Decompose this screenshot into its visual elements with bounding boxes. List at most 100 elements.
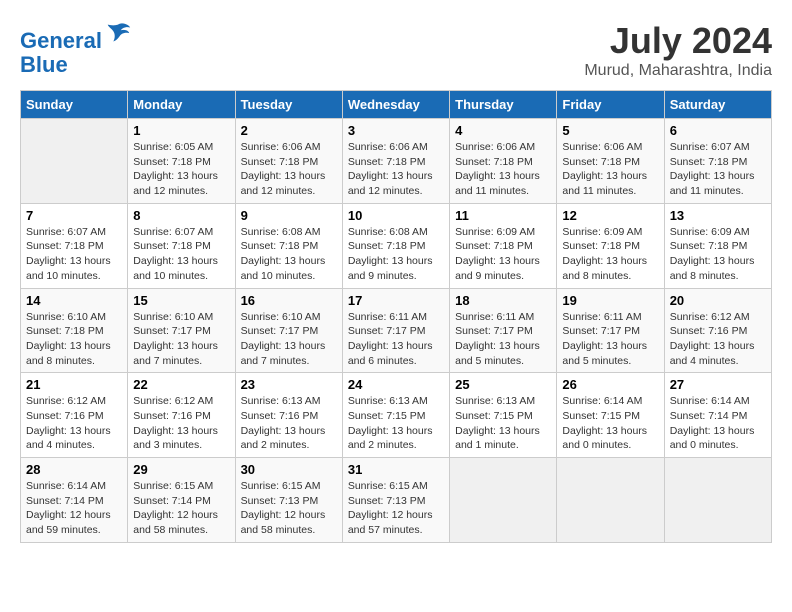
day-info: Sunrise: 6:10 AM Sunset: 7:17 PM Dayligh…: [241, 310, 337, 369]
day-info: Sunrise: 6:14 AM Sunset: 7:15 PM Dayligh…: [562, 394, 658, 453]
day-info: Sunrise: 6:15 AM Sunset: 7:14 PM Dayligh…: [133, 479, 229, 538]
day-number: 24: [348, 377, 444, 392]
column-header-wednesday: Wednesday: [342, 91, 449, 119]
calendar-cell: 17 Sunrise: 6:11 AM Sunset: 7:17 PM Dayli…: [342, 288, 449, 373]
day-number: 30: [241, 462, 337, 477]
logo-text: General Blue: [20, 20, 132, 77]
day-number: 16: [241, 293, 337, 308]
day-info: Sunrise: 6:15 AM Sunset: 7:13 PM Dayligh…: [348, 479, 444, 538]
calendar-cell: 9 Sunrise: 6:08 AM Sunset: 7:18 PM Daylig…: [235, 203, 342, 288]
day-number: 9: [241, 208, 337, 223]
day-number: 25: [455, 377, 551, 392]
calendar-cell: 26 Sunrise: 6:14 AM Sunset: 7:15 PM Dayli…: [557, 373, 664, 458]
day-info: Sunrise: 6:11 AM Sunset: 7:17 PM Dayligh…: [348, 310, 444, 369]
calendar-cell: 4 Sunrise: 6:06 AM Sunset: 7:18 PM Daylig…: [450, 119, 557, 204]
day-number: 4: [455, 123, 551, 138]
calendar-cell: 10Sunrise: 6:08 AM Sunset: 7:18 PM Dayli…: [342, 203, 449, 288]
day-number: 29: [133, 462, 229, 477]
calendar-cell: 12Sunrise: 6:09 AM Sunset: 7:18 PM Dayli…: [557, 203, 664, 288]
calendar-cell: [557, 458, 664, 543]
day-number: 3: [348, 123, 444, 138]
day-number: 13: [670, 208, 766, 223]
column-header-sunday: Sunday: [21, 91, 128, 119]
calendar-header-row: SundayMondayTuesdayWednesdayThursdayFrid…: [21, 91, 772, 119]
calendar-table: SundayMondayTuesdayWednesdayThursdayFrid…: [20, 90, 772, 543]
day-info: Sunrise: 6:09 AM Sunset: 7:18 PM Dayligh…: [670, 225, 766, 284]
day-info: Sunrise: 6:09 AM Sunset: 7:18 PM Dayligh…: [562, 225, 658, 284]
day-number: 6: [670, 123, 766, 138]
calendar-cell: 31Sunrise: 6:15 AM Sunset: 7:13 PM Dayli…: [342, 458, 449, 543]
day-info: Sunrise: 6:13 AM Sunset: 7:16 PM Dayligh…: [241, 394, 337, 453]
calendar-cell: 11 Sunrise: 6:09 AM Sunset: 7:18 PM Dayli…: [450, 203, 557, 288]
day-info: Sunrise: 6:09 AM Sunset: 7:18 PM Dayligh…: [455, 225, 551, 284]
calendar-cell: 25 Sunrise: 6:13 AM Sunset: 7:15 PM Dayli…: [450, 373, 557, 458]
day-info: Sunrise: 6:13 AM Sunset: 7:15 PM Dayligh…: [348, 394, 444, 453]
day-info: Sunrise: 6:10 AM Sunset: 7:18 PM Dayligh…: [26, 310, 122, 369]
calendar-cell: 29 Sunrise: 6:15 AM Sunset: 7:14 PM Dayli…: [128, 458, 235, 543]
column-header-tuesday: Tuesday: [235, 91, 342, 119]
day-info: Sunrise: 6:08 AM Sunset: 7:18 PM Dayligh…: [241, 225, 337, 284]
day-number: 11: [455, 208, 551, 223]
day-info: Sunrise: 6:14 AM Sunset: 7:14 PM Dayligh…: [670, 394, 766, 453]
day-number: 22: [133, 377, 229, 392]
day-info: Sunrise: 6:10 AM Sunset: 7:17 PM Dayligh…: [133, 310, 229, 369]
day-info: Sunrise: 6:07 AM Sunset: 7:18 PM Dayligh…: [670, 140, 766, 199]
day-number: 18: [455, 293, 551, 308]
day-number: 20: [670, 293, 766, 308]
day-number: 14: [26, 293, 122, 308]
calendar-week-row: 21 Sunrise: 6:12 AM Sunset: 7:16 PM Dayli…: [21, 373, 772, 458]
day-info: Sunrise: 6:11 AM Sunset: 7:17 PM Dayligh…: [562, 310, 658, 369]
day-number: 8: [133, 208, 229, 223]
day-info: Sunrise: 6:06 AM Sunset: 7:18 PM Dayligh…: [455, 140, 551, 199]
calendar-cell: 19 Sunrise: 6:11 AM Sunset: 7:17 PM Dayli…: [557, 288, 664, 373]
calendar-cell: 21 Sunrise: 6:12 AM Sunset: 7:16 PM Dayli…: [21, 373, 128, 458]
day-info: Sunrise: 6:07 AM Sunset: 7:18 PM Dayligh…: [133, 225, 229, 284]
day-number: 27: [670, 377, 766, 392]
calendar-cell: 1 Sunrise: 6:05 AM Sunset: 7:18 PM Daylig…: [128, 119, 235, 204]
day-number: 19: [562, 293, 658, 308]
calendar-week-row: 1 Sunrise: 6:05 AM Sunset: 7:18 PM Daylig…: [21, 119, 772, 204]
day-number: 26: [562, 377, 658, 392]
title-block: July 2024 Murud, Maharashtra, India: [584, 20, 772, 80]
calendar-cell: 22 Sunrise: 6:12 AM Sunset: 7:16 PM Dayli…: [128, 373, 235, 458]
logo: General Blue: [20, 20, 132, 77]
calendar-cell: [664, 458, 771, 543]
location-title: Murud, Maharashtra, India: [584, 62, 772, 80]
day-info: Sunrise: 6:05 AM Sunset: 7:18 PM Dayligh…: [133, 140, 229, 199]
calendar-cell: 6 Sunrise: 6:07 AM Sunset: 7:18 PM Daylig…: [664, 119, 771, 204]
column-header-thursday: Thursday: [450, 91, 557, 119]
day-number: 17: [348, 293, 444, 308]
calendar-cell: 18 Sunrise: 6:11 AM Sunset: 7:17 PM Dayli…: [450, 288, 557, 373]
day-number: 1: [133, 123, 229, 138]
calendar-cell: 14 Sunrise: 6:10 AM Sunset: 7:18 PM Dayli…: [21, 288, 128, 373]
day-info: Sunrise: 6:12 AM Sunset: 7:16 PM Dayligh…: [26, 394, 122, 453]
calendar-cell: 3 Sunrise: 6:06 AM Sunset: 7:18 PM Daylig…: [342, 119, 449, 204]
day-number: 10: [348, 208, 444, 223]
day-info: Sunrise: 6:12 AM Sunset: 7:16 PM Dayligh…: [670, 310, 766, 369]
calendar-cell: 28Sunrise: 6:14 AM Sunset: 7:14 PM Dayli…: [21, 458, 128, 543]
day-number: 28: [26, 462, 122, 477]
day-info: Sunrise: 6:06 AM Sunset: 7:18 PM Dayligh…: [562, 140, 658, 199]
day-info: Sunrise: 6:06 AM Sunset: 7:18 PM Dayligh…: [241, 140, 337, 199]
calendar-cell: 24 Sunrise: 6:13 AM Sunset: 7:15 PM Dayli…: [342, 373, 449, 458]
day-info: Sunrise: 6:06 AM Sunset: 7:18 PM Dayligh…: [348, 140, 444, 199]
day-info: Sunrise: 6:11 AM Sunset: 7:17 PM Dayligh…: [455, 310, 551, 369]
calendar-cell: 2 Sunrise: 6:06 AM Sunset: 7:18 PM Daylig…: [235, 119, 342, 204]
calendar-cell: 13 Sunrise: 6:09 AM Sunset: 7:18 PM Dayli…: [664, 203, 771, 288]
day-info: Sunrise: 6:07 AM Sunset: 7:18 PM Dayligh…: [26, 225, 122, 284]
day-number: 15: [133, 293, 229, 308]
calendar-cell: 30Sunrise: 6:15 AM Sunset: 7:13 PM Dayli…: [235, 458, 342, 543]
column-header-friday: Friday: [557, 91, 664, 119]
calendar-cell: 23Sunrise: 6:13 AM Sunset: 7:16 PM Dayli…: [235, 373, 342, 458]
calendar-cell: 15 Sunrise: 6:10 AM Sunset: 7:17 PM Dayli…: [128, 288, 235, 373]
month-title: July 2024: [584, 20, 772, 62]
calendar-cell: 20 Sunrise: 6:12 AM Sunset: 7:16 PM Dayli…: [664, 288, 771, 373]
calendar-cell: 5Sunrise: 6:06 AM Sunset: 7:18 PM Daylig…: [557, 119, 664, 204]
day-number: 21: [26, 377, 122, 392]
column-header-saturday: Saturday: [664, 91, 771, 119]
day-number: 2: [241, 123, 337, 138]
day-info: Sunrise: 6:12 AM Sunset: 7:16 PM Dayligh…: [133, 394, 229, 453]
calendar-cell: 7Sunrise: 6:07 AM Sunset: 7:18 PM Daylig…: [21, 203, 128, 288]
day-info: Sunrise: 6:13 AM Sunset: 7:15 PM Dayligh…: [455, 394, 551, 453]
calendar-week-row: 7Sunrise: 6:07 AM Sunset: 7:18 PM Daylig…: [21, 203, 772, 288]
